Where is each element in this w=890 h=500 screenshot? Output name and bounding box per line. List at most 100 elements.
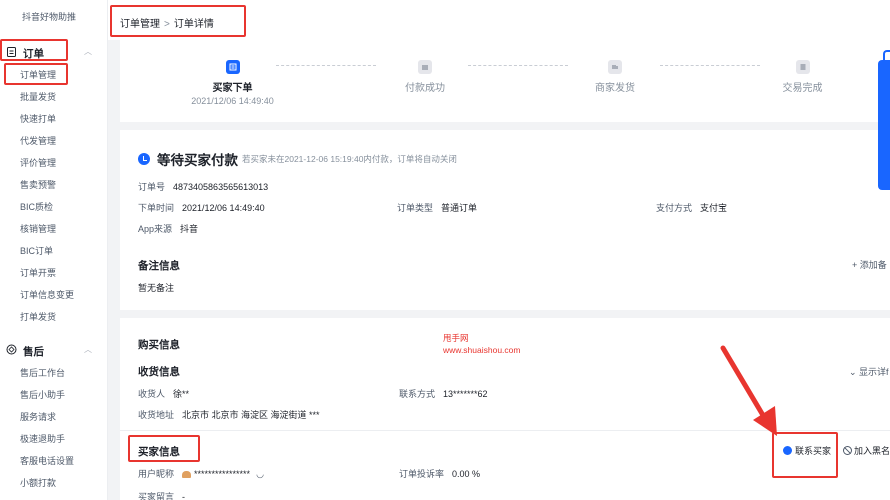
app-source-value: 抖音 [180,224,199,234]
watermark: 甩手网 www.shuaishou.com [443,332,520,356]
message-row: 买家留言 - [138,490,185,500]
payment-method-label: 支付方式 [656,203,693,213]
receiver-row: 收货人 徐** [138,387,189,400]
document-icon [795,60,810,74]
blacklist-button[interactable]: 加入黑名 [843,444,890,457]
sidebar-item-reviews[interactable]: 评价管理 [20,156,56,169]
wallet-icon [418,60,432,74]
order-number-value: 4873405863565613013 [173,182,269,192]
step-date: 2021/12/06 14:49:40 [191,96,274,106]
sidebar-item-aftersale-desk[interactable]: 售后工作台 [20,366,65,379]
step-buyer-order: 买家下单 2021/12/06 14:49:40 [180,60,285,106]
message-value: - [182,492,186,500]
sidebar-item-invoice[interactable]: 订单开票 [20,266,56,279]
shipping-title: 收货信息 [138,366,180,378]
message-label: 买家留言 [138,492,175,500]
nickname-label: 用户昵称 [138,469,175,479]
address-label: 收货地址 [138,410,175,420]
remark-content: 暂无备注 [138,283,175,293]
receiver-label: 收货人 [138,389,166,399]
contact-value: 13*******62 [443,389,488,399]
buyer-title: 买家信息 [138,446,180,458]
breadcrumb-bar: 订单管理 > 订单详情 [108,0,890,40]
order-group-header[interactable]: 订单 ︿ [0,44,108,62]
complaint-label: 订单投诉率 [399,469,445,479]
order-type-label: 订单类型 [397,203,434,213]
contact-row: 联系方式 13*******62 [399,387,488,400]
clipboard-icon [7,47,16,57]
sidebar-item-order-change[interactable]: 订单信息变更 [20,288,74,301]
service-icon [6,344,17,355]
sidebar-item-dropship[interactable]: 代发管理 [20,134,56,147]
order-time-value: 2021/12/06 14:49:40 [182,203,265,213]
clock-icon [138,153,150,165]
order-number-label: 订单号 [138,182,166,192]
order-time-row: 下单时间 2021/12/06 14:49:40 [138,201,265,214]
contact-label: 联系方式 [399,389,436,399]
eye-icon[interactable]: ◡ [256,469,264,479]
payment-method-value: 支付宝 [700,203,728,213]
purchase-title: 购买信息 [138,339,180,351]
sidebar-item-fast-refund[interactable]: 极速退助手 [20,432,65,445]
address-value: 北京市 北京市 海淀区 海淀街道 *** [182,410,320,420]
order-group-label: 订单 [23,48,44,60]
aftersale-group: 售后 ︿ [0,342,108,360]
app-source-row: App来源 抖音 [138,222,198,235]
step-trade-complete: 交易完成 [765,60,840,94]
step-divider [276,65,376,66]
nickname-value: **************** [194,469,251,479]
status-title: 等待买家付款 [157,153,238,168]
floating-widget[interactable] [878,60,890,190]
nickname-row: 用户昵称 **************** ◡ [138,467,264,480]
status-heading: 等待买家付款 [138,149,238,169]
sidebar-item-print-ship[interactable]: 打单发货 [20,310,56,323]
order-doc-icon [225,60,240,74]
ban-icon [843,446,852,455]
add-remark-link[interactable]: + 添加备 [852,258,887,271]
sidebar-item-order-management[interactable]: 订单管理 [20,68,56,81]
order-group: 订单 ︿ [0,44,108,62]
sidebar-item-bic-qc[interactable]: BIC质检 [20,200,53,213]
address-row: 收货地址 北京市 北京市 海淀区 海淀街道 *** [138,408,320,421]
receiver-value: 徐** [173,389,190,399]
app-source-label: App来源 [138,224,173,234]
order-type-row: 订单类型 普通订单 [397,201,477,214]
step-merchant-ship: 商家发货 [575,60,655,94]
watermark-line1: 甩手网 [443,333,469,343]
chevron-up-icon[interactable]: ︿ [84,344,92,355]
step-label: 商家发货 [595,83,635,94]
sidebar-item-sales-alert[interactable]: 售卖预警 [20,178,56,191]
sidebar-item-quick-print[interactable]: 快速打单 [20,112,56,125]
contact-buyer-label: 联系买家 [795,446,832,456]
blacklist-label: 加入黑名 [854,446,890,456]
step-divider [660,65,760,66]
sidebar-item-bic-orders[interactable]: BIC订单 [20,244,53,257]
sidebar-item-batch-ship[interactable]: 批量发货 [20,90,56,103]
sidebar-item-service-request[interactable]: 服务请求 [20,410,56,423]
show-detail-link[interactable]: ⌄ 显示详f [849,365,889,378]
step-label: 付款成功 [405,83,445,94]
step-payment-success: 付款成功 [385,60,465,94]
avatar [182,471,192,479]
sidebar-item-verification[interactable]: 核销管理 [20,222,56,235]
sidebar-item-phone-settings[interactable]: 客服电话设置 [20,454,74,467]
truck-icon [608,60,622,74]
divider [120,430,890,431]
sidebar-item-aftersale-helper[interactable]: 售后小助手 [20,388,65,401]
chevron-up-icon[interactable]: ︿ [84,46,92,57]
remark-title: 备注信息 [138,260,180,272]
order-type-value: 普通订单 [441,203,478,213]
complaint-value: 0.00 % [452,469,481,479]
step-label: 买家下单 [212,83,253,94]
breadcrumb-current: 订单详情 [173,19,214,30]
breadcrumb-parent[interactable]: 订单管理 [120,19,160,30]
user-icon [783,446,792,455]
aftersale-group-header[interactable]: 售后 ︿ [0,342,108,360]
order-time-label: 下单时间 [138,203,175,213]
complaint-row: 订单投诉率 0.00 % [399,467,480,480]
contact-buyer-button[interactable]: 联系买家 [783,444,831,457]
sidebar-item-small-payment[interactable]: 小额打款 [20,476,56,489]
sidebar-item-douyin-promo[interactable]: 抖音好物助推 [22,10,76,23]
step-label: 交易完成 [782,83,823,94]
order-number-row: 订单号 4873405863565613013 [138,180,268,193]
